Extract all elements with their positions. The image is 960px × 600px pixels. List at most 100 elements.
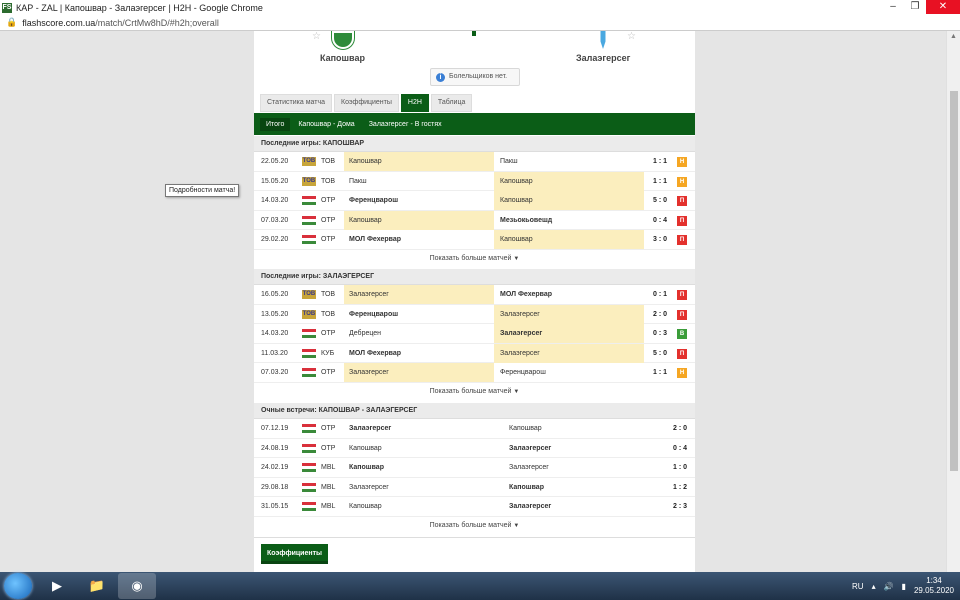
table-row[interactable]: 07.03.20 ОТР Капошвар Мезьокьовешд 0 : 4… bbox=[254, 210, 695, 230]
page-viewport: ☆ Капошвар ☆ Залаэгерсег i Болельщиков н… bbox=[0, 31, 960, 572]
window-title: КАР - ZAL | Капошвар - Залаэгерсег | H2H… bbox=[16, 2, 263, 13]
away-team-name[interactable]: Залаэгерсег bbox=[576, 53, 630, 63]
media-player-icon[interactable]: ▶ bbox=[38, 573, 76, 599]
section-title: Последние игры: КАПОШВАР bbox=[254, 136, 695, 152]
table-row[interactable]: 15.05.20 ТОВ ТОВ Пакш Капошвар 1 : 1 Н bbox=[254, 171, 695, 191]
match-tabs: Статистика матча Коэффициенты H2H Таблиц… bbox=[260, 94, 473, 112]
table-row[interactable]: 13.05.20 ТОВ ТОВ Ференцварош Залаэгерсег… bbox=[254, 304, 695, 324]
address-bar[interactable]: 🔒 flashscore.com.ua/match/CrtMw8hD/#h2h;… bbox=[0, 15, 960, 31]
info-icon: i bbox=[436, 72, 445, 82]
hungary-flag-icon bbox=[302, 463, 316, 472]
match-card: ☆ Капошвар ☆ Залаэгерсег i Болельщиков н… bbox=[254, 31, 695, 572]
start-button[interactable] bbox=[4, 573, 32, 599]
result-badge: П bbox=[677, 348, 687, 359]
subtab-home[interactable]: Капошвар - Дома bbox=[292, 118, 360, 131]
tooltip: Подробности матча! bbox=[165, 184, 240, 197]
hungary-flag-icon bbox=[302, 329, 316, 338]
score-marker bbox=[472, 31, 476, 36]
result-badge: Н bbox=[677, 176, 687, 187]
table-row[interactable]: 29.02.20 ОТР МОЛ Фехервар Капошвар 3 : 0… bbox=[254, 230, 695, 250]
table-row[interactable]: 16.05.20 ТОВ ТОВ Залаэгерсег МОЛ Фехерва… bbox=[254, 285, 695, 305]
tab-stats[interactable]: Статистика матча bbox=[260, 94, 333, 112]
scrollbar-thumb[interactable] bbox=[950, 91, 958, 471]
tab-table[interactable]: Таблица bbox=[430, 94, 473, 112]
result-badge: П bbox=[677, 235, 687, 245]
url-text[interactable]: flashscore.com.ua/match/CrtMw8hD/#h2h;ov… bbox=[22, 18, 219, 28]
show-more-link[interactable]: Показать больше матчей ▼ bbox=[254, 383, 695, 401]
odds-section: Коэффициенты bbox=[254, 537, 695, 572]
close-button[interactable]: ✕ bbox=[926, 0, 960, 14]
section-last-games-home: Последние игры: КАПОШВАР 22.05.20 ТОВ ТО… bbox=[254, 136, 695, 268]
table-row[interactable]: 14.03.20 ОТР Ференцварош Капошвар 5 : 0 … bbox=[254, 191, 695, 211]
show-more-link[interactable]: Показать больше матчей ▼ bbox=[254, 250, 695, 268]
section-head-to-head: Очные встречи: КАПОШВАР - ЗАЛАЭГЕРСЕГ 07… bbox=[254, 403, 695, 535]
home-team-logo[interactable] bbox=[332, 31, 354, 49]
match-header: ☆ Капошвар ☆ Залаэгерсег i Болельщиков н… bbox=[254, 31, 695, 91]
maximize-button[interactable]: ❐ bbox=[904, 0, 926, 14]
table-row[interactable]: 24.02.19 MBL Капошвар Залаэгерсег 1 : 0 bbox=[254, 458, 695, 478]
result-badge: П bbox=[677, 215, 687, 226]
result-badge: В bbox=[677, 329, 687, 339]
result-badge: П bbox=[677, 196, 687, 206]
competition-flag-icon: ТОВ bbox=[302, 176, 316, 186]
hungary-flag-icon bbox=[302, 235, 316, 244]
chevron-down-icon: ▼ bbox=[513, 522, 520, 529]
window-titlebar: FS КАР - ZAL | Капошвар - Залаэгерсег | … bbox=[0, 0, 960, 15]
result-badge: П bbox=[677, 309, 687, 320]
lock-icon[interactable]: 🔒 bbox=[6, 17, 17, 28]
scrollbar[interactable]: ▲ bbox=[946, 31, 960, 572]
section-last-games-away: Последние игры: ЗАЛАЭГЕРСЕГ 16.05.20 ТОВ… bbox=[254, 269, 695, 401]
favorite-away-star-icon[interactable]: ☆ bbox=[627, 31, 636, 42]
network-icon[interactable]: ▮ bbox=[902, 582, 906, 591]
result-badge: Н bbox=[677, 157, 687, 167]
subtab-overall[interactable]: Итого bbox=[260, 117, 291, 131]
taskbar: ▶ 📁 ◉ RU ▴ 🔊 ▮ 1:34 29.05.2020 bbox=[0, 572, 960, 600]
clock[interactable]: 1:34 29.05.2020 bbox=[914, 576, 954, 596]
favorite-home-star-icon[interactable]: ☆ bbox=[312, 31, 321, 42]
home-team-name[interactable]: Капошвар bbox=[320, 53, 365, 63]
hungary-flag-icon bbox=[302, 443, 316, 453]
hungary-flag-icon bbox=[302, 215, 316, 225]
language-indicator[interactable]: RU bbox=[852, 582, 864, 591]
table-row[interactable]: 07.03.20 ОТР Залаэгерсег Ференцварош 1 :… bbox=[254, 363, 695, 383]
minimize-button[interactable]: – bbox=[882, 0, 904, 14]
table-row[interactable]: 14.03.20 ОТР Дебрецен Залаэгерсег 0 : 3 … bbox=[254, 324, 695, 344]
chevron-down-icon: ▼ bbox=[513, 255, 520, 262]
file-explorer-icon[interactable]: 📁 bbox=[78, 573, 116, 599]
system-tray: RU ▴ 🔊 ▮ 1:34 29.05.2020 bbox=[852, 572, 954, 600]
tray-arrow-icon[interactable]: ▴ bbox=[872, 582, 876, 591]
table-row[interactable]: 11.03.20 КУБ МОЛ Фехервар Залаэгерсег 5 … bbox=[254, 343, 695, 363]
tab-odds[interactable]: Коэффициенты bbox=[334, 94, 399, 112]
hungary-flag-icon bbox=[302, 368, 316, 377]
subtab-away[interactable]: Залаэгерсег - В гостях bbox=[363, 118, 448, 131]
table-row[interactable]: 24.08.19 ОТР Капошвар Залаэгерсег 0 : 4 bbox=[254, 439, 695, 458]
fans-text: Болельщиков нет. bbox=[449, 73, 508, 80]
table-row[interactable]: 07.12.19 ОТР Залаэгерсег Капошвар 2 : 0 bbox=[254, 419, 695, 439]
scroll-up-icon[interactable]: ▲ bbox=[947, 31, 960, 43]
section-title: Последние игры: ЗАЛАЭГЕРСЕГ bbox=[254, 269, 695, 285]
odds-button[interactable]: Коэффициенты bbox=[261, 544, 329, 564]
result-badge: П bbox=[677, 290, 687, 300]
hungary-flag-icon bbox=[302, 196, 316, 205]
show-more-link[interactable]: Показать больше матчей ▼ bbox=[254, 517, 695, 535]
competition-flag-icon: ТОВ bbox=[302, 290, 316, 299]
away-team-logo[interactable] bbox=[597, 31, 609, 49]
chrome-icon[interactable]: ◉ bbox=[118, 573, 156, 599]
hungary-flag-icon bbox=[302, 348, 316, 358]
tab-h2h[interactable]: H2H bbox=[400, 94, 429, 112]
fans-notice: i Болельщиков нет. bbox=[430, 68, 520, 86]
window-controls: – ❐ ✕ bbox=[882, 0, 960, 14]
h2h-subtabs: Итого Капошвар - Дома Залаэгерсег - В го… bbox=[254, 113, 695, 135]
table-row[interactable]: 22.05.20 ТОВ ТОВ Капошвар Пакш 1 : 1 Н bbox=[254, 152, 695, 172]
competition-flag-icon: ТОВ bbox=[302, 157, 316, 166]
hungary-flag-icon bbox=[302, 424, 316, 433]
table-row[interactable]: 29.08.18 MBL Залаэгерсег Капошвар 1 : 2 bbox=[254, 478, 695, 497]
chevron-down-icon: ▼ bbox=[513, 388, 520, 395]
favicon-icon: FS bbox=[2, 2, 12, 13]
hungary-flag-icon bbox=[302, 482, 316, 492]
competition-flag-icon: ТОВ bbox=[302, 309, 316, 319]
result-badge: Н bbox=[677, 368, 687, 378]
section-title: Очные встречи: КАПОШВАР - ЗАЛАЭГЕРСЕГ bbox=[254, 403, 695, 419]
speaker-icon[interactable]: 🔊 bbox=[884, 582, 894, 591]
table-row[interactable]: 31.05.15 MBL Капошвар Залаэгерсег 2 : 3 bbox=[254, 497, 695, 517]
